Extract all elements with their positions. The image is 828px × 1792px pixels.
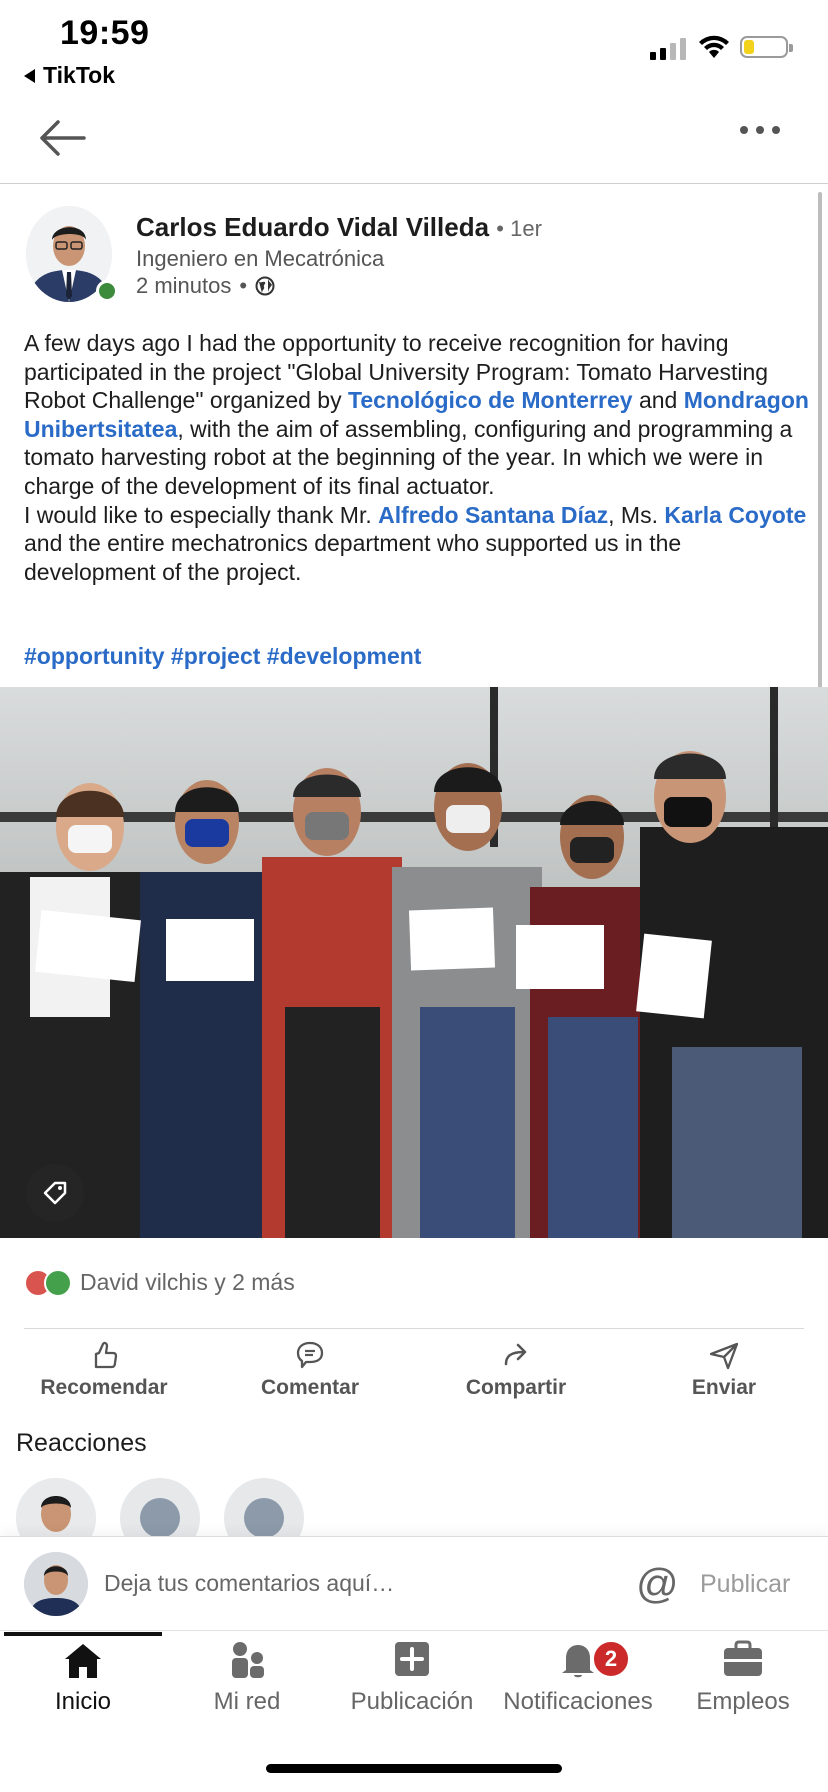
current-user-avatar: [24, 1552, 88, 1616]
wifi-icon: [699, 35, 729, 58]
tab-notificaciones[interactable]: Notificaciones: [503, 1640, 653, 1716]
author-name-line[interactable]: Carlos Eduardo Vidal Villeda • 1er: [136, 212, 542, 243]
thumbs-up-icon: [94, 1341, 118, 1369]
tab-publicacion-label: Publicación: [350, 1688, 474, 1715]
post-text-segment: and: [632, 387, 684, 414]
status-time: 19:59: [60, 14, 150, 52]
reactions-section-title: Reacciones: [16, 1429, 147, 1457]
tab-empleos[interactable]: Empleos: [668, 1640, 818, 1716]
back-triangle-icon: [24, 68, 35, 83]
author-headline: Ingeniero en Mecatrónica: [136, 246, 385, 271]
post-text-segment: I would like to especially thank Mr.: [24, 501, 379, 528]
tabbar-divider: [0, 1630, 828, 1631]
connection-degree: 1er: [510, 216, 542, 241]
author-name[interactable]: Carlos Eduardo Vidal Villeda: [136, 212, 489, 242]
tab-notificaciones-label: Notificaciones: [503, 1688, 653, 1715]
hashtags[interactable]: #opportunity #project #development: [24, 643, 421, 670]
tab-inicio[interactable]: Inicio: [8, 1640, 158, 1716]
like-button[interactable]: Recomendar: [24, 1340, 184, 1400]
share-label: Compartir: [465, 1376, 567, 1399]
reactions-summary[interactable]: David vilchis y 2 más: [80, 1269, 295, 1296]
send-icon: [709, 1342, 739, 1370]
post-body: A few days ago I had the opportunity to …: [24, 329, 810, 586]
publish-comment-button[interactable]: Publicar: [700, 1570, 790, 1599]
back-arrow-icon[interactable]: [38, 118, 88, 158]
mention-alfredo-santana[interactable]: Alfredo Santana Díaz: [378, 502, 608, 528]
share-button[interactable]: Compartir: [436, 1340, 596, 1400]
post-time: 2 minutos: [136, 273, 232, 298]
plus-square-icon: [395, 1642, 429, 1676]
more-options-icon[interactable]: [740, 126, 780, 134]
tab-empleos-label: Empleos: [696, 1688, 790, 1715]
online-status-dot: [96, 280, 118, 302]
post-photo[interactable]: [0, 687, 828, 1238]
back-to-app-link[interactable]: TikTok: [24, 62, 115, 89]
send-label: Enviar: [691, 1376, 757, 1399]
post-paragraph-2: I would like to especially thank Mr. Alf…: [24, 501, 810, 587]
tab-mi-red-label: Mi red: [213, 1688, 281, 1715]
comment-input[interactable]: [104, 1570, 604, 1597]
reaction-icons[interactable]: [24, 1269, 72, 1297]
mention-tec-monterrey[interactable]: Tecnológico de Monterrey: [348, 387, 633, 413]
actions-divider: [24, 1328, 804, 1329]
battery-icon: [740, 36, 793, 58]
network-icon: [232, 1642, 264, 1678]
mention-karla-coyote[interactable]: Karla Coyote: [664, 502, 806, 528]
send-button[interactable]: Enviar: [644, 1340, 804, 1400]
comment-icon: [296, 1341, 324, 1369]
active-tab-indicator: [4, 1632, 162, 1636]
home-indicator[interactable]: [266, 1764, 562, 1773]
support-reaction-icon: [44, 1269, 72, 1297]
share-arrow-icon: [504, 1343, 527, 1366]
post-time-line: 2 minutos •: [136, 273, 275, 299]
post-paragraph-1: A few days ago I had the opportunity to …: [24, 329, 810, 501]
post-text-segment: , Ms.: [608, 501, 665, 528]
tab-publicacion[interactable]: Publicación: [337, 1640, 487, 1716]
globe-icon: [255, 276, 275, 296]
post-text-segment: and the entire mechatronics department w…: [24, 530, 682, 585]
like-label: Recomendar: [40, 1376, 168, 1399]
mention-at-icon[interactable]: @: [636, 1560, 679, 1608]
tag-people-button[interactable]: [26, 1164, 84, 1222]
tab-inicio-label: Inicio: [54, 1688, 112, 1715]
back-app-label: TikTok: [43, 62, 115, 88]
briefcase-icon: [724, 1640, 762, 1676]
cellular-signal-icon: [650, 36, 686, 60]
notification-badge: 2: [592, 1640, 630, 1678]
comment-button[interactable]: Comentar: [230, 1340, 390, 1400]
comment-label: Comentar: [260, 1376, 360, 1399]
home-icon: [65, 1644, 101, 1678]
tab-mi-red[interactable]: Mi red: [172, 1640, 322, 1716]
header-divider: [0, 183, 828, 184]
tag-icon: [43, 1181, 67, 1205]
